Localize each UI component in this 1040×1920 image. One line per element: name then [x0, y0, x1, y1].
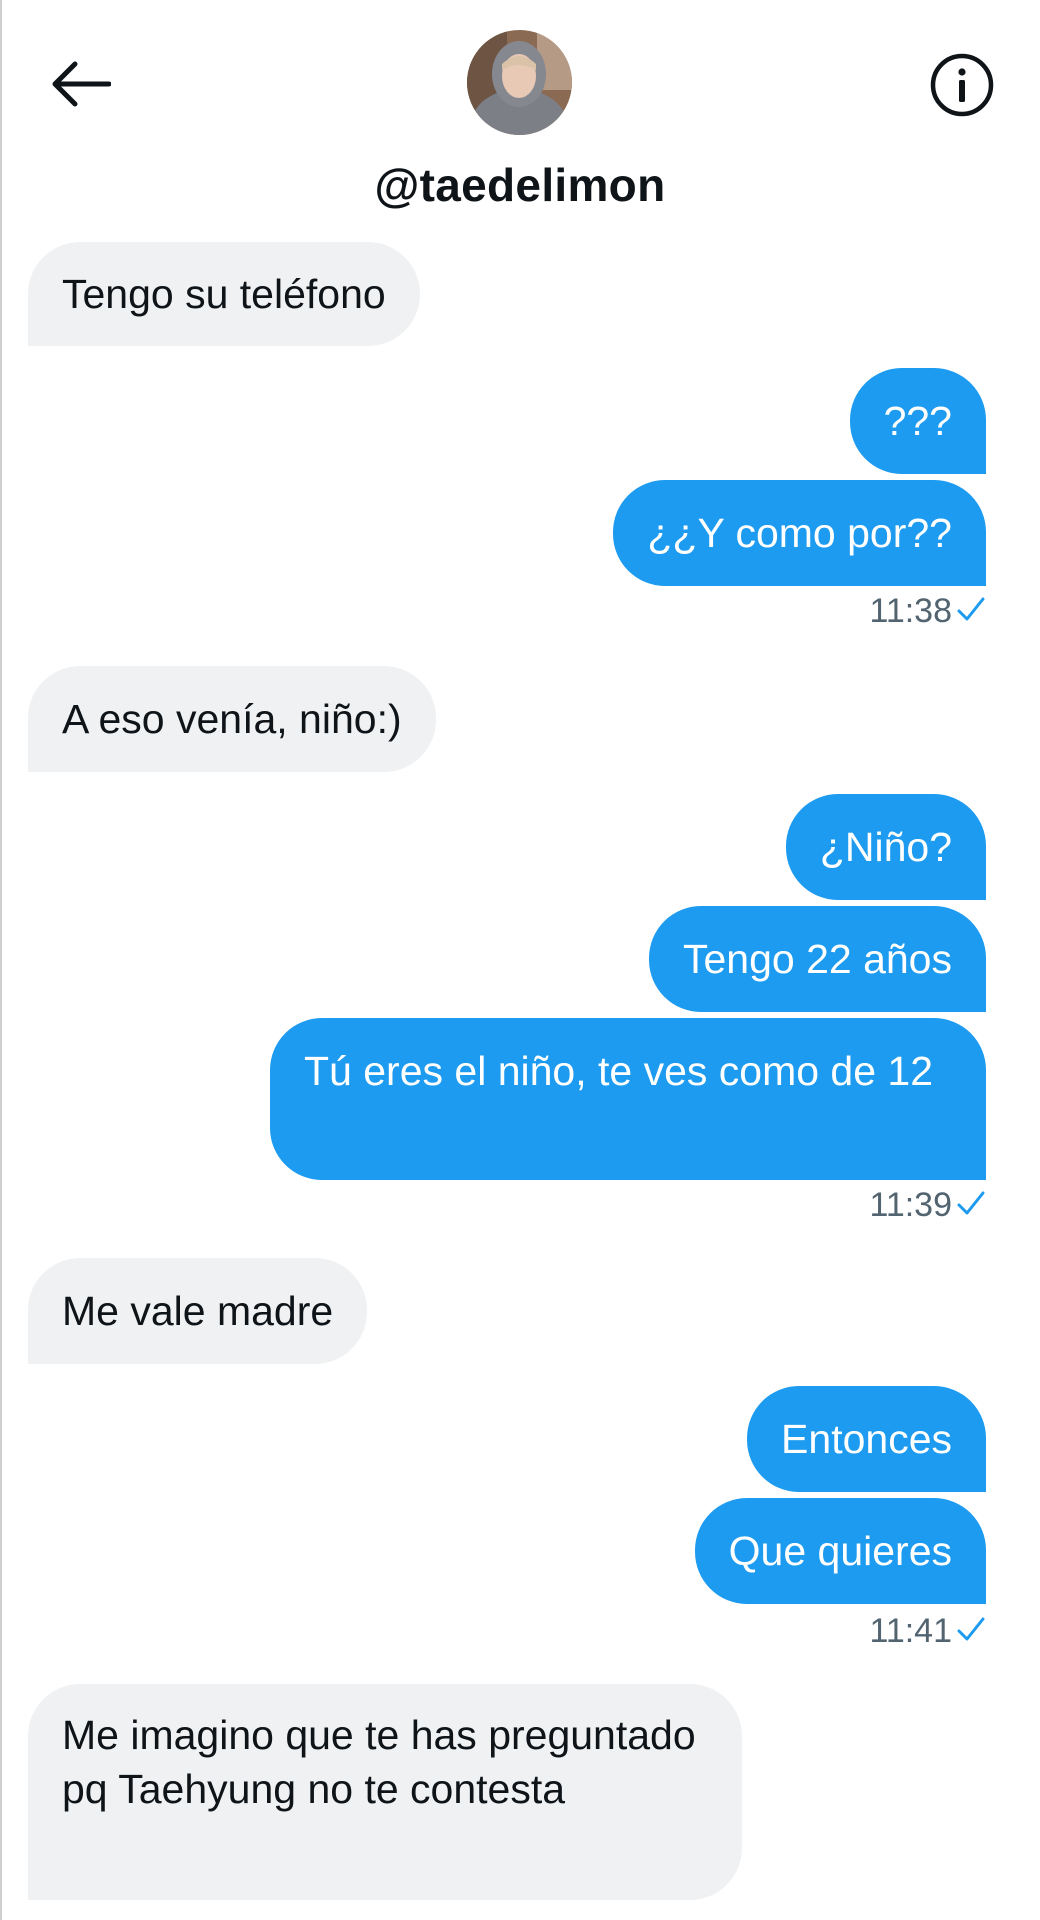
- message-timestamp: 11:39: [869, 1186, 986, 1225]
- message-received[interactable]: Me imagino que te has preguntado pq Taeh…: [28, 1684, 742, 1900]
- arrow-left-icon: [49, 60, 112, 113]
- check-icon: [956, 1186, 986, 1225]
- back-button[interactable]: [40, 56, 120, 116]
- message-timestamp: 11:38: [869, 592, 986, 631]
- message-sent[interactable]: Tengo 22 años: [648, 906, 986, 1012]
- message-sent[interactable]: Tú eres el niño, te ves como de 12: [270, 1018, 986, 1180]
- check-icon: [956, 592, 986, 631]
- message-received[interactable]: Tengo su teléfono: [28, 242, 420, 346]
- message-sent[interactable]: Que quieres: [694, 1498, 986, 1604]
- message-sent[interactable]: Entonces: [747, 1386, 986, 1492]
- message-sent[interactable]: ???: [849, 368, 986, 474]
- message-received[interactable]: A eso venía, niño:): [28, 666, 436, 772]
- avatar[interactable]: [467, 30, 572, 135]
- check-icon: [956, 1612, 986, 1651]
- message-timestamp: 11:41: [869, 1612, 986, 1651]
- timestamp-text: 11:39: [869, 1186, 952, 1224]
- screen-edge: [0, 0, 2, 1920]
- timestamp-text: 11:38: [869, 592, 952, 630]
- message-sent[interactable]: ¿Niño?: [785, 794, 986, 900]
- message-sent[interactable]: ¿¿Y como por??: [613, 480, 986, 586]
- conversation-username[interactable]: @taedelimon: [0, 158, 1040, 212]
- timestamp-text: 11:41: [869, 1612, 952, 1650]
- info-circle-icon: [929, 52, 995, 123]
- message-received[interactable]: Me vale madre: [28, 1258, 368, 1364]
- info-button[interactable]: [927, 52, 997, 122]
